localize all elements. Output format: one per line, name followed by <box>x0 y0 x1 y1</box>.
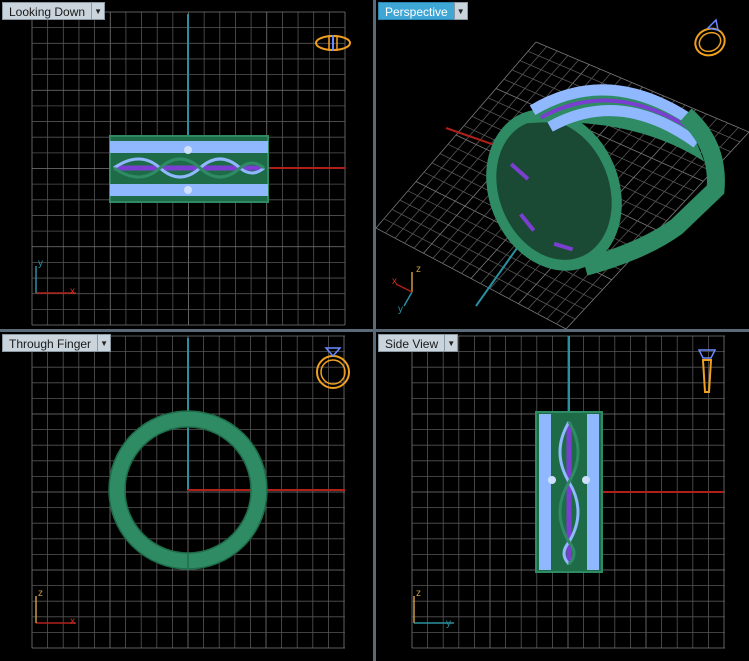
dropdown-arrow-icon[interactable]: ▼ <box>453 2 468 20</box>
viewport-title[interactable]: Through Finger <box>2 334 98 352</box>
viewport-tab[interactable]: Perspective ▼ <box>378 2 468 20</box>
ring-model-side <box>535 411 603 573</box>
dropdown-arrow-icon[interactable]: ▼ <box>444 334 459 352</box>
x-axis-label: x <box>70 616 75 627</box>
z-axis-label: z <box>416 588 421 599</box>
viewport-tab[interactable]: Looking Down ▼ <box>2 2 106 20</box>
x-axis-label: x <box>70 286 75 297</box>
ring-model-top <box>109 135 269 203</box>
dropdown-arrow-icon[interactable]: ▼ <box>97 334 112 352</box>
viewport-title[interactable]: Looking Down <box>2 2 92 20</box>
axis-gizmo <box>395 272 413 307</box>
ring-model-perspective <box>486 84 725 276</box>
axis-gizmo <box>35 266 76 294</box>
viewport-through-finger[interactable]: Through Finger ▼ z x <box>0 332 373 661</box>
viewport-perspective[interactable]: Perspective ▼ x z y <box>375 0 749 330</box>
viewport-tab[interactable]: Through Finger ▼ <box>2 334 112 352</box>
y-axis-label: y <box>398 304 403 315</box>
z-axis-label: z <box>38 588 43 599</box>
ring-orientation-icon[interactable] <box>314 342 352 397</box>
ring-orientation-icon[interactable] <box>690 16 730 65</box>
viewport-title[interactable]: Perspective <box>378 2 454 20</box>
axis-gizmo <box>35 596 76 624</box>
y-axis-label: y <box>38 258 43 269</box>
ring-orientation-icon[interactable] <box>314 32 352 59</box>
dropdown-arrow-icon[interactable]: ▼ <box>91 2 106 20</box>
viewport-splitter-horizontal[interactable] <box>0 329 749 332</box>
viewport-side-view[interactable]: Side View ▼ z y <box>376 332 749 661</box>
x-axis-label: x <box>392 276 397 287</box>
axis-gizmo <box>413 596 454 624</box>
viewport-looking-down[interactable]: Looking Down ▼ y x <box>0 0 373 329</box>
ring-orientation-icon[interactable] <box>694 342 720 401</box>
viewport-tab[interactable]: Side View ▼ <box>378 334 459 352</box>
y-axis-label: y <box>446 618 451 629</box>
viewport-title[interactable]: Side View <box>378 334 445 352</box>
z-axis-label: z <box>416 264 421 275</box>
